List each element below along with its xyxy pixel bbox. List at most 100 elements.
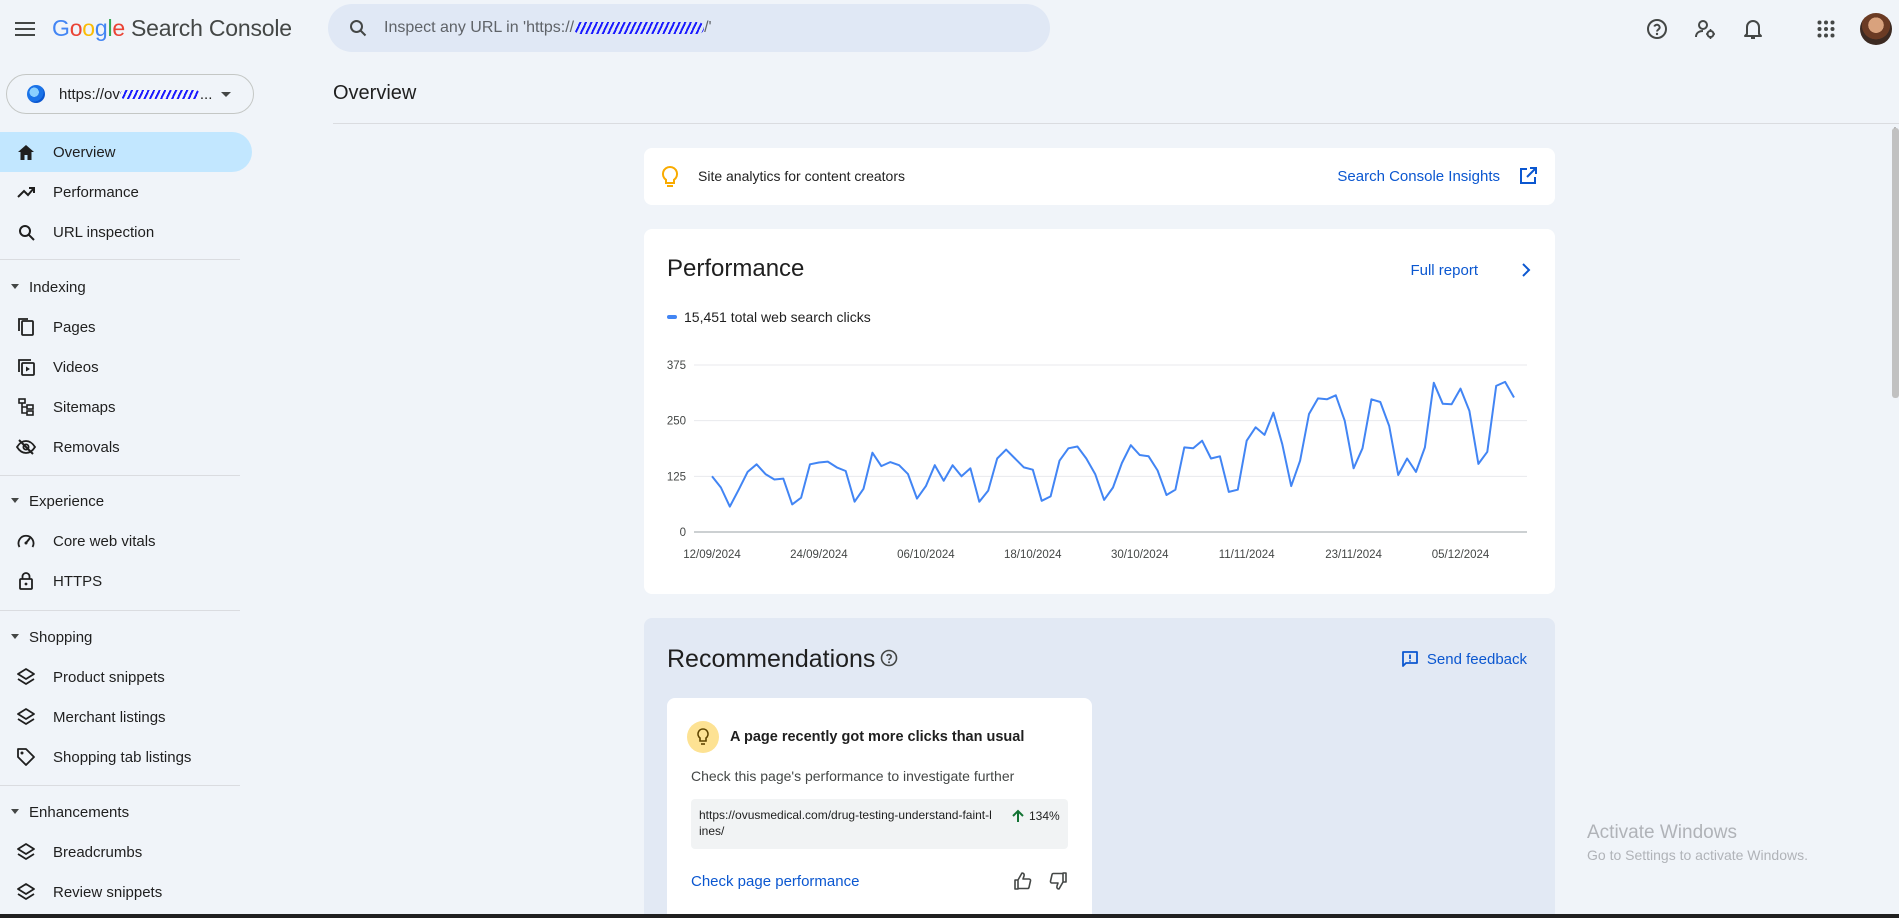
pages-icon: [16, 317, 36, 337]
sidebar-section-label: Enhancements: [29, 803, 130, 821]
notifications-icon[interactable]: [1740, 16, 1766, 42]
sitemap-icon: [16, 397, 36, 417]
property-label-tail: ...: [199, 85, 213, 103]
full-report-link[interactable]: Full report: [1410, 262, 1478, 279]
sidebar-item-review-snippets[interactable]: Review snippets: [0, 872, 252, 912]
product-name: Search Console: [131, 15, 292, 41]
trending-up-icon: [16, 182, 36, 202]
arrow-up-icon: [1011, 809, 1025, 823]
layers-icon: [16, 882, 36, 902]
sidebar-item-label: HTTPS: [53, 572, 103, 590]
account-avatar[interactable]: [1860, 13, 1892, 45]
manage-users-icon[interactable]: [1692, 16, 1718, 42]
sidebar-item-label: Pages: [53, 318, 96, 336]
page-title: Overview: [333, 82, 417, 104]
chevron-down-icon: [221, 92, 231, 97]
sidebar-item-label: Videos: [53, 358, 99, 376]
logo-letter: o: [69, 15, 83, 41]
sidebar-item-core-web-vitals[interactable]: Core web vitals: [0, 521, 252, 561]
send-feedback-label: Send feedback: [1426, 650, 1527, 668]
collapse-triangle-icon: [11, 498, 19, 503]
logo-letter: g: [94, 15, 108, 41]
x-tick-label: 06/10/2024: [897, 549, 955, 561]
sidebar-item-label: Shopping tab listings: [53, 748, 192, 766]
help-icon[interactable]: [1644, 16, 1670, 42]
layers-icon: [16, 842, 36, 862]
sidebar-item-product-snippets[interactable]: Product snippets: [0, 657, 252, 697]
sidebar-item-sitemaps[interactable]: Sitemaps: [0, 387, 252, 427]
sidebar-item-url-inspection[interactable]: URL inspection: [0, 212, 252, 252]
x-tick-label: 11/11/2024: [1219, 549, 1275, 561]
layers-icon: [16, 667, 36, 687]
open-in-new-icon[interactable]: [1519, 167, 1537, 185]
windows-watermark-subtitle: Go to Settings to activate Windows.: [1587, 847, 1808, 863]
search-placeholder-suffix: /': [704, 19, 712, 36]
property-label: https://ov...: [59, 86, 212, 103]
send-feedback-button[interactable]: Send feedback: [1401, 650, 1527, 668]
x-tick-label: 24/09/2024: [790, 549, 848, 561]
y-tick-label: 375: [667, 360, 686, 372]
sidebar-item-label: Breadcrumbs: [53, 843, 143, 861]
sidebar-item-merchant-listings[interactable]: Merchant listings: [0, 697, 252, 737]
clicks-line-chart[interactable]: 0 125 250 375 12/09/2024 24/09/2024 06/10/2024…: [644, 339, 1555, 579]
sidebar-item-label: Core web vitals: [53, 532, 156, 550]
series-line-clicks[interactable]: [711, 380, 1515, 508]
x-tick-label: 30/10/2024: [1111, 549, 1169, 561]
page-url: https://ovusmedical.com/drug-testing-und…: [699, 808, 992, 838]
inspect-url-search[interactable]: Inspect any URL in 'https:// /': [328, 4, 1050, 52]
recommendations-section: Recommendations Send feedback A page rec…: [644, 618, 1555, 918]
sidebar-item-https[interactable]: HTTPS: [0, 561, 252, 601]
search-icon: [346, 16, 370, 40]
chart-legend[interactable]: 15,451 total web search clicks: [667, 309, 871, 325]
x-tick-label: 23/11/2024: [1325, 549, 1382, 561]
performance-title: Performance: [667, 255, 805, 282]
sidebar-item-videos[interactable]: Videos: [0, 347, 252, 387]
legend-label: 15,451 total web search clicks: [684, 309, 871, 325]
x-tick-label: 18/10/2024: [1004, 549, 1062, 561]
collapse-triangle-icon: [11, 284, 19, 289]
page-scrollbar[interactable]: [1892, 128, 1899, 398]
sidebar-item-shopping-tab-listings[interactable]: Shopping tab listings: [0, 737, 252, 777]
sidebar-item-pages[interactable]: Pages: [0, 307, 252, 347]
sidebar-item-label: Performance: [53, 183, 139, 201]
check-page-performance-link[interactable]: Check page performance: [691, 873, 859, 890]
performance-card: Performance Full report 15,451 total web…: [644, 229, 1555, 594]
thumbs-up-icon[interactable]: [1013, 871, 1033, 891]
sidebar-item-label: Sitemaps: [53, 398, 116, 416]
taskbar-edge: [0, 914, 1899, 918]
sidebar-item-label: Review snippets: [53, 883, 163, 901]
chevron-right-icon[interactable]: [1517, 261, 1535, 279]
search-input[interactable]: Inspect any URL in 'https:// /': [384, 19, 712, 37]
nav-divider: [0, 610, 240, 611]
y-tick-label: 125: [667, 471, 686, 483]
google-apps-icon[interactable]: [1813, 16, 1839, 42]
y-tick-label: 0: [680, 527, 686, 539]
sidebar-item-label: URL inspection: [53, 223, 155, 241]
lock-icon: [16, 571, 36, 591]
logo-letter: e: [112, 15, 125, 41]
title-divider: [333, 123, 1899, 124]
sidebar-item-performance[interactable]: Performance: [0, 172, 252, 212]
recommendation-heading: A page recently got more clicks than usu…: [730, 729, 1025, 745]
sidebar-item-removals[interactable]: Removals: [0, 427, 252, 467]
video-icon: [16, 357, 36, 377]
search-console-logo[interactable]: Google Search Console: [52, 15, 292, 42]
sidebar-item-overview[interactable]: Overview: [0, 132, 252, 172]
main-menu-icon[interactable]: [12, 16, 38, 42]
sidebar-section-label: Shopping: [29, 628, 93, 646]
insights-text: Site analytics for content creators: [698, 168, 905, 184]
nav-divider: [0, 785, 240, 786]
sidebar-section-label: Experience: [29, 492, 105, 510]
help-icon[interactable]: [880, 649, 898, 667]
search-placeholder-prefix: Inspect any URL in 'https://: [384, 19, 575, 36]
search-icon: [16, 222, 36, 242]
url-box: https://ovusmedical.com/drug-testing-und…: [691, 799, 1068, 849]
x-tick-label: 12/09/2024: [683, 549, 741, 561]
search-console-insights-link[interactable]: Search Console Insights: [1337, 168, 1500, 185]
tag-icon: [16, 747, 36, 767]
property-selector[interactable]: https://ov...: [6, 74, 254, 114]
visibility-off-icon: [16, 437, 36, 457]
thumbs-down-icon[interactable]: [1048, 871, 1068, 891]
sidebar-item-breadcrumbs[interactable]: Breadcrumbs: [0, 832, 252, 872]
clicks-change: 134%: [1029, 809, 1060, 823]
